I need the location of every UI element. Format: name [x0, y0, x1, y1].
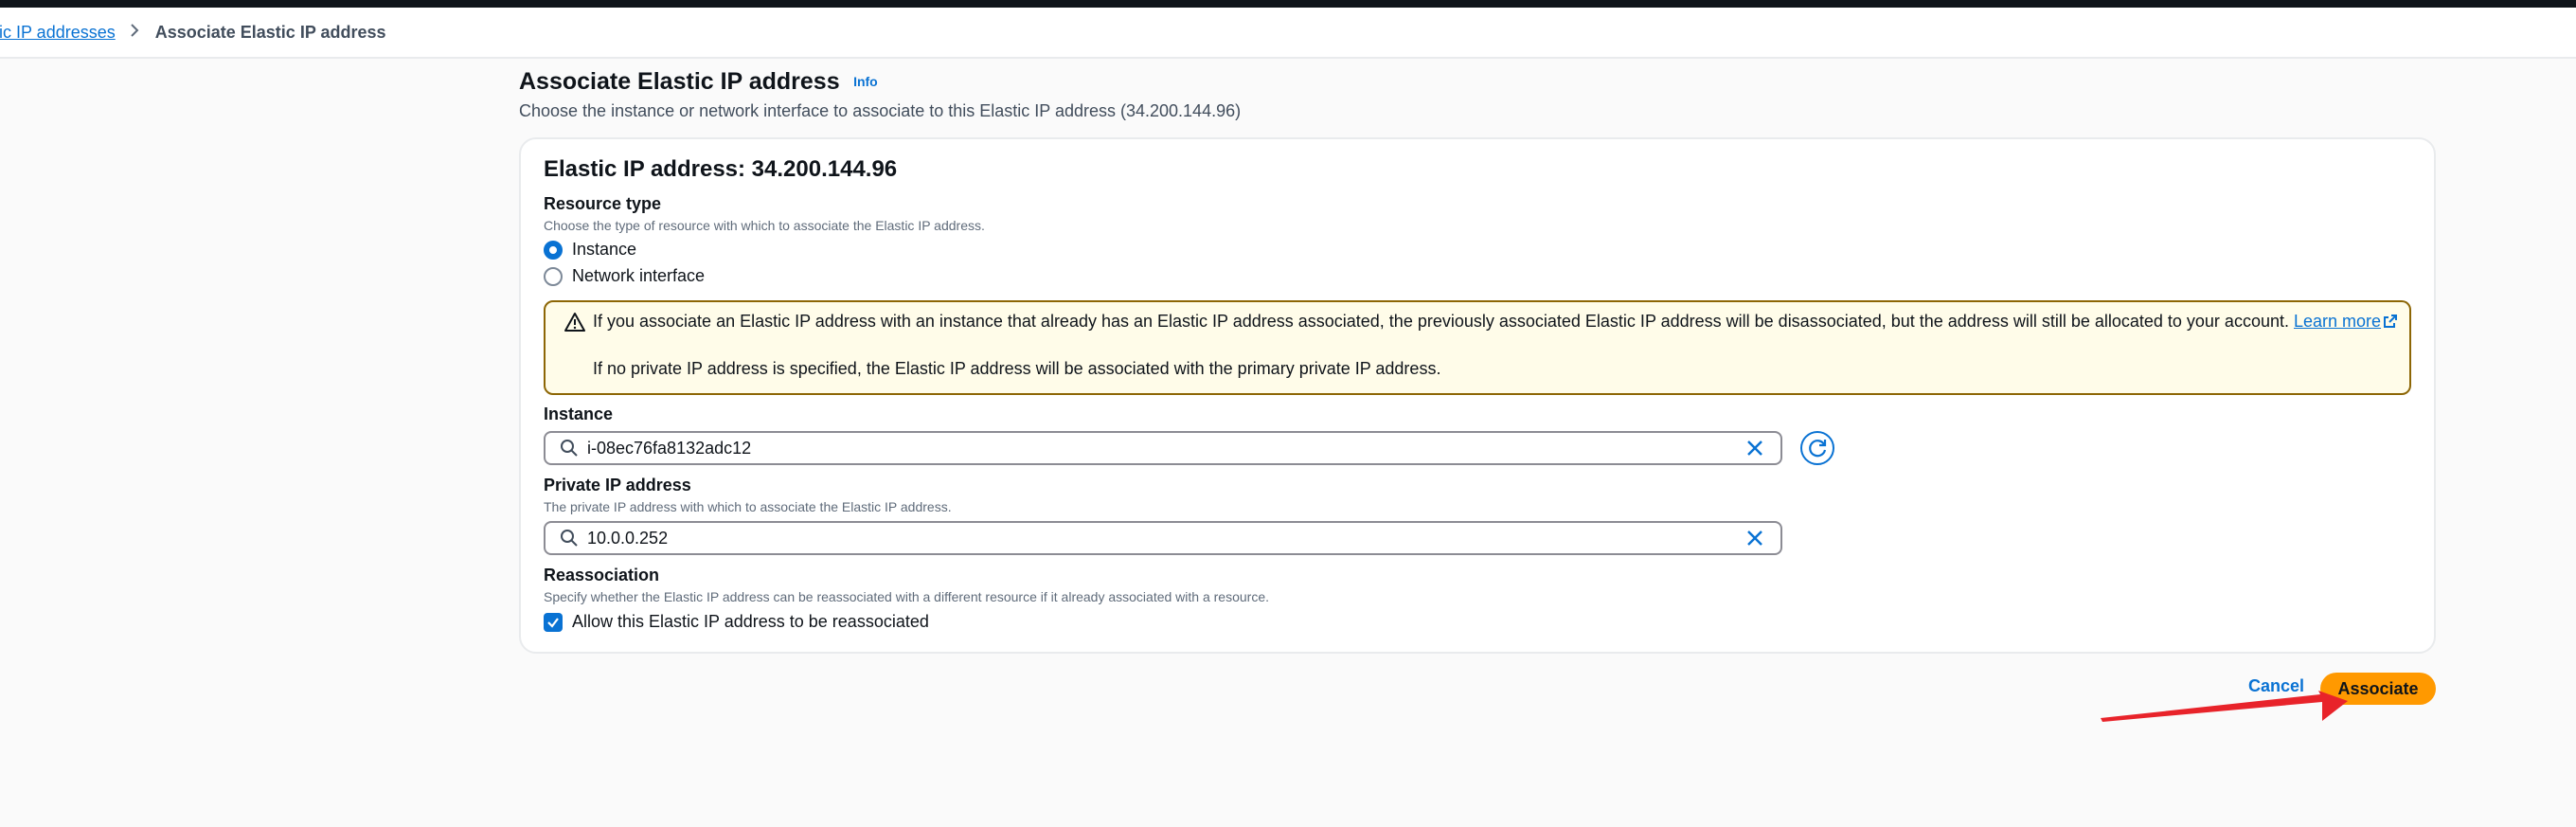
alert-text-1: If you associate an Elastic IP address w… [593, 312, 2289, 331]
breadcrumb-elastic-ip-addresses-link[interactable]: tic IP addresses [0, 23, 116, 43]
reassociation-checkbox-label: Allow this Elastic IP address to be reas… [572, 612, 929, 631]
cancel-button[interactable]: Cancel [2248, 676, 2304, 696]
reassociation-hint: Specify whether the Elastic IP address c… [544, 589, 1269, 604]
radio-button-unchecked[interactable] [544, 266, 563, 286]
clear-icon[interactable] [1744, 438, 1765, 458]
private-ip-label: Private IP address [544, 476, 691, 494]
instance-value[interactable]: i-08ec76fa8132adc12 [587, 439, 1744, 458]
instance-label: Instance [544, 405, 614, 423]
refresh-icon[interactable] [1799, 430, 1835, 466]
breadcrumb: tic IP addresses Associate Elastic IP ad… [0, 8, 2576, 59]
private-ip-search-input[interactable]: 10.0.0.252 [544, 521, 1782, 555]
clear-icon[interactable] [1744, 528, 1765, 548]
radio-instance-label: Instance [572, 240, 637, 259]
top-navigation-bar [0, 0, 2576, 8]
external-link-icon [2384, 315, 2398, 328]
breadcrumb-current: Associate Elastic IP address [154, 22, 386, 42]
reassociation-label: Reassociation [544, 566, 660, 584]
page-description: Choose the instance or network interface… [519, 101, 1242, 120]
warning-alert: If you associate an Elastic IP address w… [544, 300, 2411, 395]
page-title: Associate Elastic IP address [519, 68, 840, 95]
page-header: Associate Elastic IP address Info Choose… [519, 68, 2436, 121]
radio-instance[interactable]: Instance [544, 240, 636, 260]
checkmark-icon [547, 617, 559, 628]
private-ip-value[interactable]: 10.0.0.252 [587, 529, 1744, 548]
radio-network-interface-label: Network interface [572, 266, 706, 285]
alert-text-private-ip: If no private IP address is specified, t… [593, 359, 1441, 378]
radio-button-checked[interactable] [544, 240, 563, 260]
learn-more-label: Learn more [2294, 312, 2382, 331]
associate-button[interactable]: Associate [2320, 673, 2436, 705]
alert-text-reassociation: If you associate an Elastic IP address w… [593, 312, 2398, 332]
chevron-right-icon [129, 23, 140, 43]
card-title: Elastic IP address: 34.200.144.96 [544, 156, 898, 182]
instance-search-input[interactable]: i-08ec76fa8132adc12 [544, 431, 1782, 465]
reassociation-checkbox[interactable] [544, 612, 563, 632]
elastic-ip-card: Elastic IP address: 34.200.144.96 Resour… [519, 137, 2436, 654]
info-link[interactable]: Info [853, 74, 878, 89]
reassociation-checkbox-row[interactable]: Allow this Elastic IP address to be reas… [544, 612, 929, 632]
search-icon [561, 530, 578, 547]
search-icon [561, 440, 578, 457]
warning-icon [564, 313, 585, 332]
radio-network-interface[interactable]: Network interface [544, 266, 705, 286]
resource-type-hint: Choose the type of resource with which t… [544, 218, 985, 233]
learn-more-link[interactable]: Learn more [2294, 312, 2398, 331]
resource-type-label: Resource type [544, 194, 662, 213]
private-ip-hint: The private IP address with which to ass… [544, 499, 952, 514]
